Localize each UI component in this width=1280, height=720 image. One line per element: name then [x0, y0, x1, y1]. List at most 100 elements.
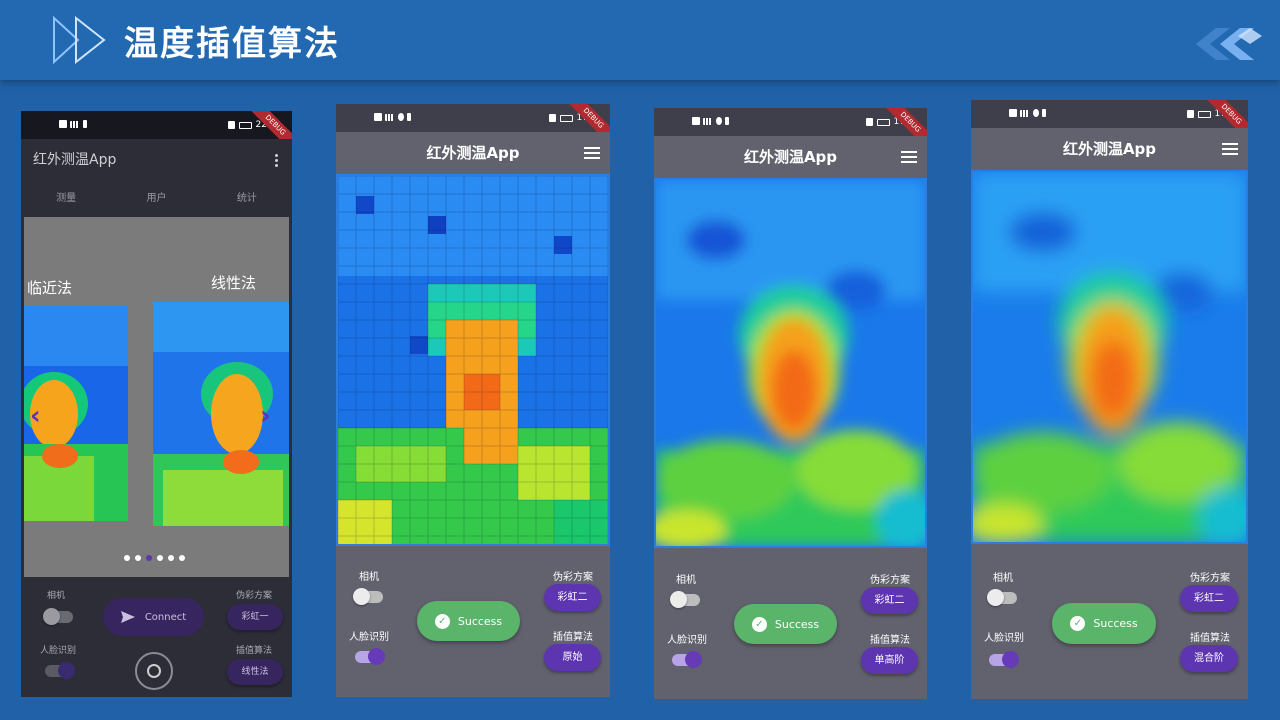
- palette-select-button[interactable]: 彩虹二: [1180, 585, 1238, 612]
- thermal-canvas-raw: [338, 176, 608, 544]
- camera-shutter-icon[interactable]: [135, 652, 173, 690]
- status-left-icons: [374, 113, 411, 121]
- app-title: 红外测温App: [426, 144, 520, 162]
- palette-select-button[interactable]: 彩虹二: [861, 587, 918, 614]
- battery-icon: [238, 121, 252, 129]
- thermal-canvas-single-order: [656, 180, 925, 546]
- carousel-dot[interactable]: [124, 555, 130, 561]
- success-label: Success: [774, 617, 820, 631]
- linear-label: 线性法: [211, 274, 257, 292]
- face-detect-label: 人脸识别: [349, 632, 389, 643]
- status-bar: 17 DEBUG: [971, 100, 1248, 144]
- brand-logo-icon: [1196, 28, 1262, 60]
- carousel-dot[interactable]: [135, 555, 141, 561]
- battery-icon: [559, 114, 573, 122]
- app-title: 红外测温App: [1062, 140, 1157, 158]
- palette-label: 伪彩方案: [870, 575, 910, 586]
- usb-icon: [83, 120, 87, 128]
- hd-icon: [692, 117, 700, 125]
- connect-label: Connect: [144, 611, 187, 623]
- interp-label: 插值算法: [870, 635, 910, 646]
- status-bar: 17 DEBUG: [336, 104, 610, 148]
- thermal-canvas-mixed-order: [973, 172, 1246, 542]
- status-left-icons: [59, 120, 87, 128]
- signal-icon: [70, 120, 80, 128]
- success-label: Success: [1093, 617, 1138, 630]
- carousel-dot[interactable]: [146, 555, 152, 561]
- camera-toggle[interactable]: [353, 588, 383, 605]
- status-left-icons: [692, 117, 729, 125]
- success-button[interactable]: ✓ Success: [417, 601, 520, 641]
- check-circle-icon: ✓: [751, 616, 767, 632]
- camera-toggle[interactable]: [43, 608, 73, 625]
- face-detect-label: 人脸识别: [667, 635, 707, 646]
- interp-select-button[interactable]: 线性法: [227, 659, 283, 685]
- carousel-prev-icon[interactable]: ‹: [30, 401, 41, 431]
- more-menu-icon[interactable]: [275, 154, 278, 169]
- check-circle-icon: ✓: [1070, 616, 1086, 631]
- face-detect-toggle[interactable]: [989, 651, 1019, 668]
- tab-stats[interactable]: 统计: [202, 181, 292, 217]
- carousel-dot[interactable]: [179, 555, 185, 561]
- usb-icon: [725, 117, 729, 125]
- face-detect-label: 人脸识别: [40, 646, 77, 656]
- wifi-icon: [398, 113, 404, 121]
- camera-label: 相机: [47, 591, 66, 601]
- carousel-next-icon[interactable]: ›: [260, 401, 271, 431]
- tab-bar: 测量 用户 统计: [21, 181, 292, 217]
- carousel-dot[interactable]: [157, 555, 163, 561]
- phone-screenshot-mixed-order: 17 DEBUG 红外测温App 相机 人脸识别 ✓ Success 伪彩方案 …: [971, 100, 1248, 699]
- battery-icon: [1197, 110, 1211, 118]
- check-circle-icon: ✓: [434, 613, 450, 629]
- app-title: 红外测温App: [743, 148, 838, 166]
- play-double-arrow-icon: [53, 16, 106, 64]
- app-bar: 红外测温App: [21, 139, 292, 181]
- palette-label: 伪彩方案: [553, 572, 593, 583]
- menu-icon[interactable]: [1222, 143, 1238, 155]
- camera-label: 相机: [993, 573, 1013, 584]
- connect-button[interactable]: Connect: [103, 598, 204, 636]
- usb-icon: [1042, 109, 1046, 117]
- success-button[interactable]: ✓ Success: [1052, 603, 1156, 644]
- camera-label: 相机: [359, 572, 379, 583]
- image-carousel[interactable]: 临近法 线性法 ‹ ›: [24, 217, 289, 577]
- mute-icon: [865, 118, 873, 126]
- tab-user[interactable]: 用户: [111, 181, 201, 217]
- interp-select-button[interactable]: 单高阶: [861, 647, 918, 674]
- carousel-indicator: [124, 555, 185, 561]
- hd-icon: [1009, 109, 1017, 117]
- wifi-icon: [716, 117, 722, 125]
- carousel-dot[interactable]: [168, 555, 174, 561]
- hd-icon: [59, 120, 67, 128]
- interp-select-button[interactable]: 混合阶: [1180, 645, 1238, 672]
- palette-select-button[interactable]: 彩虹一: [227, 604, 283, 630]
- face-detect-toggle[interactable]: [45, 662, 75, 679]
- thermal-image-raw: [336, 174, 610, 546]
- camera-toggle[interactable]: [670, 591, 700, 608]
- camera-toggle[interactable]: [987, 589, 1017, 606]
- status-bar: 17 DEBUG: [654, 108, 927, 152]
- phone-screenshot-carousel: 22: DEBUG 红外测温App 测量 用户 统计 临近法 线性法 ‹ › 相…: [21, 111, 292, 697]
- status-bar: 22: DEBUG: [21, 111, 292, 155]
- interp-select-button[interactable]: 原始: [544, 644, 601, 671]
- signal-icon: [703, 117, 713, 125]
- tab-measure[interactable]: 测量: [21, 181, 111, 217]
- palette-label: 伪彩方案: [236, 591, 273, 601]
- palette-label: 伪彩方案: [1190, 573, 1230, 584]
- hd-icon: [374, 113, 382, 121]
- send-icon: [120, 611, 135, 623]
- app-bar: 红外测温App: [336, 132, 610, 174]
- menu-icon[interactable]: [584, 147, 600, 159]
- battery-icon: [876, 118, 890, 126]
- palette-select-button[interactable]: 彩虹二: [544, 584, 601, 611]
- signal-icon: [385, 113, 395, 121]
- menu-icon[interactable]: [901, 151, 917, 163]
- face-detect-label: 人脸识别: [984, 633, 1024, 644]
- thermal-image-mixed-order: [971, 170, 1248, 544]
- face-detect-toggle[interactable]: [355, 648, 385, 665]
- usb-icon: [407, 113, 411, 121]
- face-detect-toggle[interactable]: [672, 651, 702, 668]
- success-button[interactable]: ✓ Success: [734, 604, 837, 644]
- slide-header: 温度插值算法: [0, 0, 1280, 80]
- status-left-icons: [1009, 109, 1046, 117]
